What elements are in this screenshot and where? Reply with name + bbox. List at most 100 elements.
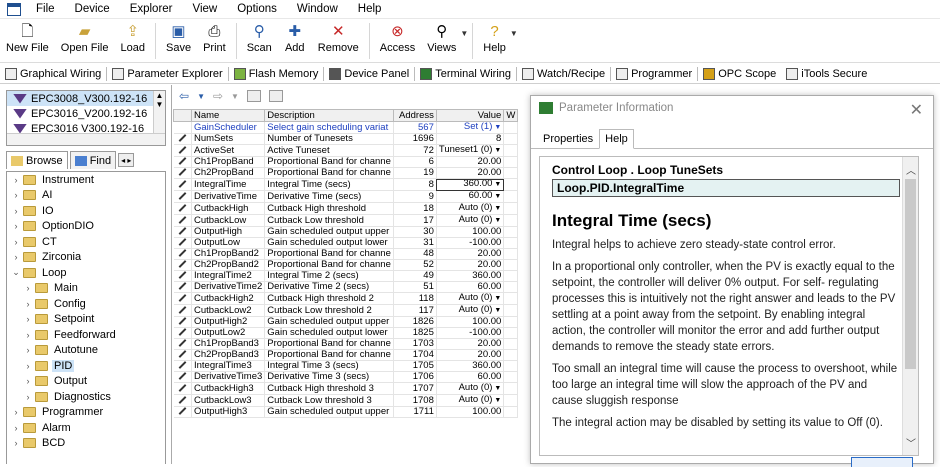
device-list-scrollbar[interactable]: ▲ ▼: [153, 91, 165, 133]
cell-value[interactable]: Auto (0) ▼: [436, 202, 505, 215]
dropdown-arrow-icon[interactable]: ▼: [494, 204, 501, 214]
tab-browse[interactable]: Browse: [6, 151, 68, 169]
chevron-right-icon[interactable]: ›: [23, 361, 33, 371]
column-header-w[interactable]: W: [503, 109, 519, 122]
cell-value[interactable]: 360.00: [436, 270, 505, 282]
print-button[interactable]: ⎙ Print: [197, 21, 232, 55]
table-row[interactable]: DerivativeTime Derivative Time (secs) 9 60.…: [173, 190, 519, 203]
tree-node[interactable]: › PID: [7, 358, 165, 374]
menu-options[interactable]: Options: [227, 3, 287, 15]
chevron-right-icon[interactable]: ›: [11, 175, 21, 185]
tree-node[interactable]: › CT: [7, 234, 165, 250]
cell-value[interactable]: 100.00: [436, 226, 505, 238]
table-row[interactable]: Ch1PropBand2 Proportional Band for channe…: [173, 248, 519, 260]
table-row[interactable]: NumSets Number of Tunesets 1696 8: [173, 133, 519, 145]
dropdown-arrow-icon[interactable]: ▼: [231, 92, 239, 101]
menu-view[interactable]: View: [183, 3, 228, 15]
tree-node[interactable]: › Setpoint: [7, 312, 165, 328]
table-row[interactable]: IntegralTime3 Integral Time 3 (secs) 1705 3…: [173, 360, 519, 372]
cell-value[interactable]: 100.00: [436, 316, 505, 328]
dropdown-arrow-icon[interactable]: ▼: [494, 180, 501, 190]
help-dropdown-icon[interactable]: ▼: [510, 29, 518, 38]
column-header-name[interactable]: Name: [190, 109, 266, 122]
table-row[interactable]: CutbackLow3 Cutback Low threshold 3 1708 Au…: [173, 394, 519, 407]
column-header-address[interactable]: Address: [392, 109, 437, 122]
table-row[interactable]: OutputHigh3 Gain scheduled output upper 17…: [173, 406, 519, 418]
dropdown-arrow-icon[interactable]: ▼: [494, 216, 501, 226]
dropdown-arrow-icon[interactable]: ▼: [494, 146, 501, 156]
parameter-explorer-button[interactable]: Parameter Explorer: [107, 67, 227, 80]
new-file-button[interactable]: 🗋 New File: [0, 21, 55, 55]
tree-node[interactable]: ⌄ Loop: [7, 265, 165, 281]
tab-help[interactable]: Help: [599, 129, 634, 149]
column-header-value[interactable]: Value: [435, 109, 505, 122]
remove-button[interactable]: ✕ Remove: [312, 21, 365, 55]
tree-node[interactable]: › Zirconia: [7, 250, 165, 266]
chevron-right-icon[interactable]: ›: [23, 283, 33, 293]
chevron-right-icon[interactable]: ›: [23, 376, 33, 386]
cell-value[interactable]: Auto (0) ▼: [436, 214, 505, 227]
itools-secure-button[interactable]: iTools Secure: [781, 67, 872, 80]
views-dropdown-icon[interactable]: ▼: [460, 29, 468, 38]
watch-recipe-button[interactable]: Watch/Recipe: [517, 67, 610, 80]
chevron-right-icon[interactable]: ›: [11, 438, 21, 448]
table-row[interactable]: DerivativeTime3 Derivative Time 3 (secs) 1…: [173, 371, 519, 383]
grid-options-icon[interactable]: [246, 90, 261, 102]
tree-node[interactable]: › BCD: [7, 436, 165, 452]
dropdown-arrow-icon[interactable]: ▼: [197, 92, 205, 101]
table-row[interactable]: Ch2PropBand2 Proportional Band for channe…: [173, 259, 519, 271]
cell-value[interactable]: -100.00: [436, 327, 505, 339]
cell-value[interactable]: 100.00: [436, 406, 505, 418]
table-row[interactable]: OutputHigh Gain scheduled output upper 30 1…: [173, 226, 519, 238]
tab-properties[interactable]: Properties: [537, 129, 599, 148]
chevron-down-icon[interactable]: ⌄: [11, 267, 21, 278]
table-row[interactable]: OutputLow Gain scheduled output lower 31 -1…: [173, 237, 519, 249]
table-row[interactable]: Ch1PropBand3 Proportional Band for channe…: [173, 338, 519, 350]
flash-memory-button[interactable]: Flash Memory: [229, 67, 324, 80]
opc-scope-button[interactable]: OPC Scope: [698, 67, 781, 80]
dropdown-arrow-icon[interactable]: ▼: [494, 396, 501, 406]
tab-scroll-buttons[interactable]: ◂ ▸: [118, 153, 135, 167]
chevron-right-icon[interactable]: ›: [11, 423, 21, 433]
device-item[interactable]: EPC3016_V200.192-16: [7, 106, 165, 121]
views-button[interactable]: ⚲ Views: [421, 21, 462, 55]
scroll-thumb[interactable]: [905, 179, 916, 369]
close-icon[interactable]: ✕: [910, 100, 923, 120]
cell-value[interactable]: Set (1) ▼: [436, 121, 505, 134]
menu-window[interactable]: Window: [287, 3, 348, 15]
scroll-up-icon[interactable]: ︿: [906, 162, 916, 177]
cell-value[interactable]: -100.00: [436, 237, 505, 249]
table-row[interactable]: IntegralTime2 Integral Time 2 (secs) 49 360…: [173, 270, 519, 282]
save-button[interactable]: ▣ Save: [160, 21, 197, 55]
chevron-right-icon[interactable]: ›: [23, 392, 33, 402]
tab-find[interactable]: Find: [69, 151, 117, 169]
tree-node[interactable]: › Programmer: [7, 405, 165, 421]
table-row[interactable]: Ch2PropBand Proportional Band for channe 1…: [173, 167, 519, 179]
chevron-right-icon[interactable]: ›: [23, 299, 33, 309]
tree-node[interactable]: › Output: [7, 374, 165, 390]
open-file-button[interactable]: ▰ Open File: [55, 21, 115, 55]
cell-value[interactable]: 20.00: [436, 259, 505, 271]
table-row[interactable]: Ch2PropBand3 Proportional Band for channe…: [173, 349, 519, 361]
tree-node[interactable]: › Alarm: [7, 420, 165, 436]
chevron-right-icon[interactable]: ›: [23, 345, 33, 355]
cell-value[interactable]: 20.00: [436, 167, 505, 179]
tree-node[interactable]: › OptionDIO: [7, 219, 165, 235]
device-panel-button[interactable]: Device Panel: [324, 67, 414, 80]
tree-node[interactable]: › Diagnostics: [7, 389, 165, 405]
cell-value[interactable]: Auto (0) ▼: [436, 382, 505, 395]
dropdown-arrow-icon[interactable]: ▼: [494, 192, 501, 202]
chevron-right-icon[interactable]: ›: [11, 190, 21, 200]
cell-value[interactable]: Auto (0) ▼: [436, 304, 505, 317]
table-row[interactable]: OutputLow2 Gain scheduled output lower 182…: [173, 327, 519, 339]
chevron-right-icon[interactable]: ›: [11, 221, 21, 231]
cell-value[interactable]: 360.00 ▼: [436, 178, 505, 191]
tree-node[interactable]: › Feedforward: [7, 327, 165, 343]
device-item[interactable]: EPC3008_V300.192-16: [7, 91, 165, 106]
cell-value[interactable]: Auto (0) ▼: [436, 394, 505, 407]
table-row[interactable]: CutbackHigh2 Cutback High threshold 2 118 A…: [173, 292, 519, 305]
column-header-description[interactable]: Description: [264, 109, 394, 122]
tree-node[interactable]: › IO: [7, 203, 165, 219]
table-row[interactable]: ActiveSet Active Tuneset 72 Tuneset1 (0) ▼: [173, 144, 519, 157]
table-row[interactable]: CutbackLow Cutback Low threshold 17 Auto (0…: [173, 214, 519, 227]
